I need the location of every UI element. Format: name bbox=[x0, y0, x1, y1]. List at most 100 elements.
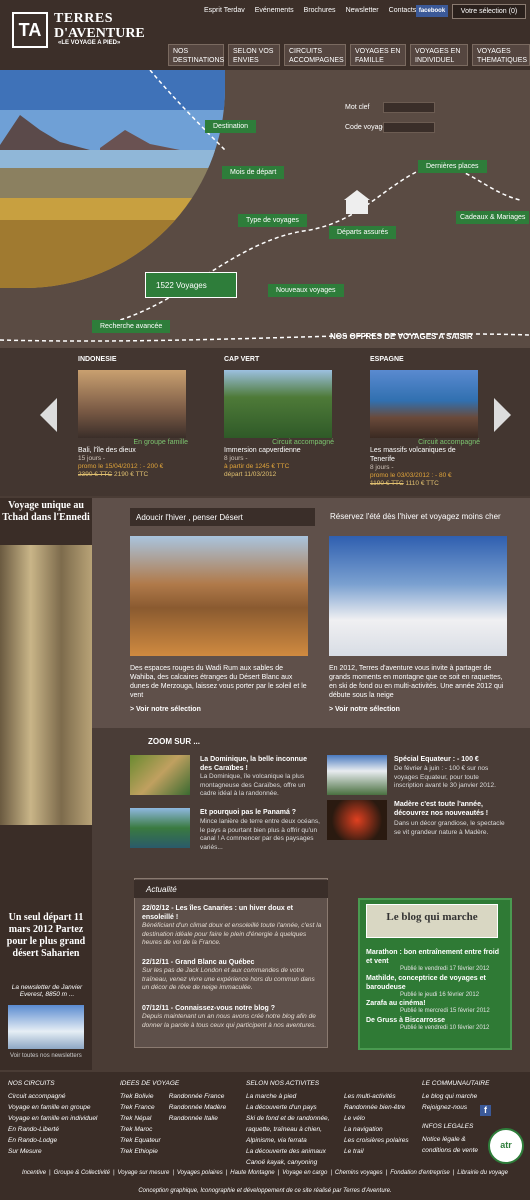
footer-link[interactable]: Notice légale & conditions de vente bbox=[422, 1134, 488, 1156]
footer-bar-link[interactable]: Chemins voyages bbox=[335, 1170, 383, 1176]
offer-image[interactable] bbox=[370, 370, 478, 438]
footer-link[interactable]: En Rando-Liberté bbox=[8, 1124, 116, 1135]
destination-button[interactable]: Destination bbox=[205, 120, 257, 133]
footer-link[interactable]: Trek France bbox=[120, 1102, 161, 1113]
zoom-image[interactable] bbox=[130, 755, 190, 795]
news-item[interactable]: 22/02/12 - Les îles Canaries : un hiver … bbox=[142, 904, 322, 948]
blog-post[interactable]: Mathilde, conceptrice de voyages et baro… bbox=[366, 974, 506, 998]
type-voyages-button[interactable]: Type de voyages bbox=[238, 214, 307, 227]
newsletter-image[interactable] bbox=[8, 1005, 84, 1049]
footer-bar-link[interactable]: Librairie du voyage bbox=[457, 1170, 508, 1176]
footer-link[interactable]: Sur Mesure bbox=[8, 1146, 116, 1157]
footer-link[interactable]: Le vélo bbox=[344, 1113, 414, 1124]
footer-bar-link[interactable]: Voyages polaires bbox=[177, 1170, 223, 1176]
footer-link[interactable]: Trek Maroc bbox=[120, 1124, 161, 1135]
footer-link[interactable]: Le trail bbox=[344, 1146, 414, 1157]
advanced-search-button[interactable]: Recherche avancée bbox=[92, 320, 171, 333]
desert-image[interactable] bbox=[130, 536, 308, 656]
blog-post[interactable]: Zarafa au cinéma! Publié le mercredi 15 … bbox=[366, 999, 506, 1014]
news-item-title[interactable]: 22/02/12 - Les îles Canaries : un hiver … bbox=[142, 904, 322, 922]
footer-link[interactable]: En Rando-Lodge bbox=[8, 1135, 116, 1146]
footer-link[interactable]: Alpinisme, via ferrata bbox=[246, 1135, 340, 1146]
blog-post-title[interactable]: Mathilde, conceptrice de voyages et baro… bbox=[366, 974, 506, 992]
offer-card[interactable]: ESPAGNE Circuit accompagné Les massifs v… bbox=[370, 356, 480, 488]
top-link-evenements[interactable]: Evénements bbox=[255, 7, 294, 14]
zoom-image[interactable] bbox=[327, 800, 387, 840]
footer-link[interactable]: Randonnée bien-être bbox=[344, 1102, 414, 1113]
news-item[interactable]: 22/12/11 - Grand Blanc au Québec Sur les… bbox=[142, 958, 322, 993]
dernieres-places-button[interactable]: Dernières places bbox=[418, 160, 487, 173]
nav-individuel[interactable]: VOYAGES EN INDIVIDUEL bbox=[410, 44, 468, 66]
offer-card[interactable]: CAP VERT Circuit accompagné Immersion ca… bbox=[224, 356, 334, 479]
footer-link[interactable]: Ski de fond et de randonnée, raquette, t… bbox=[246, 1113, 340, 1135]
code-input[interactable] bbox=[383, 122, 435, 133]
top-link-brochures[interactable]: Brochures bbox=[304, 7, 336, 14]
nav-thematiques[interactable]: VOYAGES THEMATIQUES bbox=[472, 44, 530, 66]
top-link-contacts[interactable]: Contacts bbox=[389, 7, 417, 14]
news-item-title[interactable]: 22/12/11 - Grand Blanc au Québec bbox=[142, 958, 322, 967]
top-link-esprit[interactable]: Esprit Terdav bbox=[204, 7, 245, 14]
news-item[interactable]: 07/12/11 - Connaissez-vous notre blog ? … bbox=[142, 1004, 322, 1030]
footer-link[interactable]: Trek Bolivie bbox=[120, 1091, 161, 1102]
blog-post-title[interactable]: Marathon : bon entraînement entre froid … bbox=[366, 948, 506, 966]
footer-link[interactable]: La navigation bbox=[344, 1124, 414, 1135]
blog-post-title[interactable]: De Gruss à Biscarrosse bbox=[366, 1016, 506, 1025]
brand-name-line2[interactable]: D'AVENTURE bbox=[54, 27, 145, 41]
depart-button[interactable]: Mois de départ bbox=[222, 166, 285, 179]
footer-link[interactable]: La découverte d'un pays bbox=[246, 1102, 340, 1113]
zoom-item-title[interactable]: La Dominique, la belle inconnue des Cara… bbox=[200, 755, 320, 773]
ad-image[interactable] bbox=[0, 545, 92, 825]
zoom-item-title[interactable]: Madère c'est toute l'année, découvrez no… bbox=[394, 800, 509, 818]
nav-envies[interactable]: SELON VOS ENVIES bbox=[228, 44, 280, 66]
winter-link-left[interactable]: > Voir notre sélection bbox=[130, 705, 201, 714]
footer-bar-link[interactable]: Voyage en cargo bbox=[282, 1170, 327, 1176]
footer-link[interactable]: Canoë kayak, canyoning bbox=[246, 1157, 340, 1168]
nav-destinations[interactable]: NOS DESTINATIONS bbox=[168, 44, 224, 66]
footer-link[interactable]: Voyage en famille en individuel bbox=[8, 1113, 116, 1124]
zoom-image[interactable] bbox=[130, 808, 190, 848]
nav-famille[interactable]: VOYAGES EN FAMILLE bbox=[350, 44, 406, 66]
winter-link-right[interactable]: > Voir notre sélection bbox=[329, 705, 400, 714]
logo[interactable]: TA bbox=[12, 12, 48, 48]
zoom-item-title[interactable]: Spécial Equateur : - 100 € bbox=[394, 755, 509, 764]
footer-bar-link[interactable]: Haute Montagne bbox=[230, 1170, 274, 1176]
footer-bar-link[interactable]: Groupe & Collectivité bbox=[54, 1170, 110, 1176]
offer-title[interactable]: Bali, l'île des dieux bbox=[78, 446, 188, 455]
footer-link[interactable]: Les croisières polaires bbox=[344, 1135, 414, 1146]
ad-bottom-text[interactable]: Un seul départ 11 mars 2012 Partez pour … bbox=[0, 912, 92, 960]
top-link-newsletter[interactable]: Newsletter bbox=[346, 7, 379, 14]
offer-title[interactable]: Les massifs volcaniques de Tenerife bbox=[370, 446, 480, 464]
departs-assures-button[interactable]: Départs assurés bbox=[329, 226, 396, 239]
keyword-input[interactable] bbox=[383, 102, 435, 113]
voyage-count-button[interactable]: 1522 Voyages bbox=[145, 272, 237, 298]
news-item-title[interactable]: 07/12/11 - Connaissez-vous notre blog ? bbox=[142, 1004, 322, 1013]
newsletter-title[interactable]: La newsletter de Janvier Everest, 8850 m… bbox=[4, 984, 90, 998]
footer-link[interactable]: La marche à pied bbox=[246, 1091, 340, 1102]
blog-post[interactable]: Marathon : bon entraînement entre froid … bbox=[366, 948, 506, 972]
zoom-image[interactable] bbox=[327, 755, 387, 795]
newsletter-all-link[interactable]: Voir toutes nos newsletters bbox=[10, 1053, 82, 1059]
brand-name-line1[interactable]: TERRES bbox=[54, 12, 113, 26]
footer-link[interactable]: Trek Ethiopie bbox=[120, 1146, 161, 1157]
footer-bar-link[interactable]: Incentive bbox=[22, 1170, 46, 1176]
cadeaux-button[interactable]: Cadeaux & Mariages bbox=[456, 211, 530, 224]
ad-title[interactable]: Voyage unique au Tchad dans l'Ennedi bbox=[0, 500, 92, 524]
nav-circuits[interactable]: CIRCUITS ACCOMPAGNES bbox=[284, 44, 346, 66]
footer-link[interactable]: Circuit accompagné bbox=[8, 1091, 116, 1102]
offer-card[interactable]: INDONESIE En groupe famille Bali, l'île … bbox=[78, 356, 188, 479]
footer-link[interactable]: Trek Népal bbox=[120, 1113, 161, 1124]
offer-image[interactable] bbox=[78, 370, 186, 438]
snow-image[interactable] bbox=[329, 536, 507, 656]
offer-image[interactable] bbox=[224, 370, 332, 438]
footer-link[interactable]: Randonnée Italie bbox=[169, 1113, 226, 1124]
blog-post[interactable]: De Gruss à Biscarrosse Publié le vendred… bbox=[366, 1016, 506, 1031]
nouveaux-voyages-button[interactable]: Nouveaux voyages bbox=[268, 284, 344, 297]
facebook-icon[interactable]: f bbox=[480, 1105, 491, 1116]
footer-link[interactable]: Les multi-activités bbox=[344, 1091, 414, 1102]
footer-link[interactable]: Le blog qui marche bbox=[422, 1091, 492, 1102]
prev-arrow-icon[interactable] bbox=[40, 398, 57, 432]
footer-link[interactable]: Trek Equateur bbox=[120, 1135, 161, 1146]
zoom-item-title[interactable]: Et pourquoi pas le Panamá ? bbox=[200, 808, 320, 817]
offer-title[interactable]: Immersion capverdienne bbox=[224, 446, 334, 455]
facebook-button[interactable]: facebook bbox=[416, 5, 448, 17]
